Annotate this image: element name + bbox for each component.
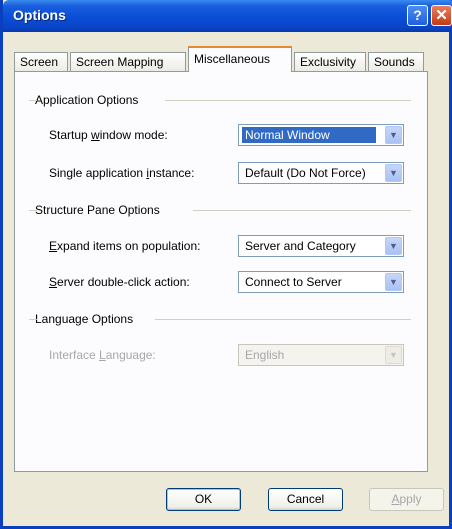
tab-exclusivity[interactable]: Exclusivity	[294, 52, 366, 71]
language-options-header: Language Options	[35, 312, 134, 326]
apply-button: Apply	[369, 488, 444, 511]
application-options-header: Application Options	[35, 93, 139, 107]
group-divider	[29, 319, 37, 320]
tab-miscellaneous[interactable]: Miscellaneous	[188, 46, 292, 72]
ok-button[interactable]: OK	[166, 488, 241, 511]
chevron-down-icon: ▼	[385, 346, 402, 364]
chevron-down-icon[interactable]: ▼	[385, 126, 402, 144]
window-title: Options	[13, 7, 66, 23]
title-bar[interactable]: Options ? ✕	[3, 0, 452, 32]
group-divider	[155, 319, 411, 320]
chevron-down-icon[interactable]: ▼	[385, 164, 402, 182]
startup-window-mode-value: Normal Window	[242, 127, 376, 143]
interface-language-select: English ▼	[238, 344, 404, 366]
tab-screen-mapping[interactable]: Screen Mapping	[70, 52, 186, 71]
interface-language-value: English	[245, 348, 285, 362]
structure-pane-options-header: Structure Pane Options	[35, 203, 160, 217]
single-instance-label: Single application instance:	[49, 166, 195, 180]
tab-screen[interactable]: Screen	[14, 52, 68, 71]
miscellaneous-panel: Application Options Startup window mode:…	[14, 71, 428, 472]
single-instance-select[interactable]: Default (Do Not Force) ▼	[238, 162, 404, 184]
close-icon[interactable]: ✕	[431, 5, 452, 26]
group-divider	[165, 100, 411, 101]
chevron-down-icon[interactable]: ▼	[385, 273, 402, 291]
server-double-click-value: Connect to Server	[245, 275, 342, 289]
server-double-click-select[interactable]: Connect to Server ▼	[238, 271, 404, 293]
startup-window-mode-select[interactable]: Normal Window ▼	[238, 124, 404, 146]
group-divider	[29, 100, 37, 101]
tab-sounds[interactable]: Sounds	[368, 52, 424, 71]
expand-items-label: Expand items on population:	[49, 239, 201, 253]
options-dialog: Options ? ✕ Screen Screen Mapping Miscel…	[0, 0, 452, 529]
expand-items-select[interactable]: Server and Category ▼	[238, 235, 404, 257]
chevron-down-icon[interactable]: ▼	[385, 237, 402, 255]
group-divider	[29, 210, 37, 211]
startup-window-mode-label: Startup window mode:	[49, 128, 168, 142]
group-divider	[193, 210, 411, 211]
interface-language-label: Interface Language:	[49, 348, 156, 362]
server-double-click-label: Server double-click action:	[49, 275, 190, 289]
single-instance-value: Default (Do Not Force)	[245, 166, 366, 180]
cancel-button[interactable]: Cancel	[268, 488, 343, 511]
expand-items-value: Server and Category	[245, 239, 356, 253]
help-icon[interactable]: ?	[407, 5, 428, 26]
